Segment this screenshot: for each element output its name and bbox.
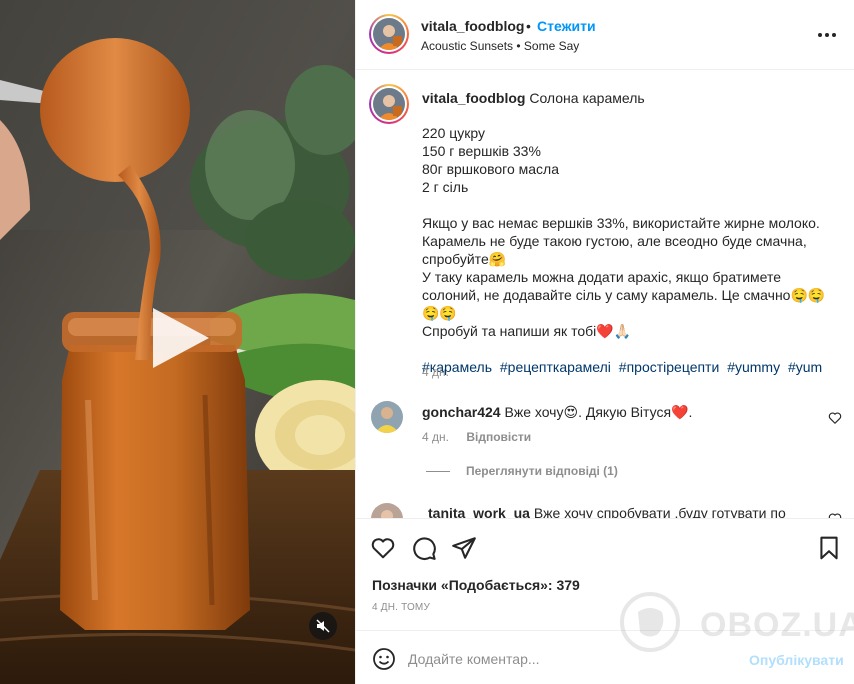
video-player[interactable] [0, 0, 355, 684]
action-bar: Позначки «Подобається»: 379 4 ДН. ТОМУ [356, 518, 854, 630]
save-bookmark-icon[interactable] [816, 535, 842, 561]
comment-timestamp[interactable]: 4 дн. [422, 430, 449, 444]
comment-body: gonchar424 Вже хочу😍. Дякую Вітуся❤️. [422, 404, 812, 421]
likes-count[interactable]: Позначки «Подобається»: 379 [372, 577, 580, 593]
caption-line: 2 г сіль [422, 179, 469, 195]
author-avatar[interactable] [369, 14, 409, 54]
comment-input[interactable] [408, 645, 738, 673]
comment-text: Вже хочу😍. Дякую Вітуся❤️. [504, 404, 693, 420]
comment-text: Вже хочу спробувати ,буду готувати по [533, 505, 786, 518]
comments-list[interactable]: vitala_foodblog Солона карамель 220 цукр… [356, 71, 854, 518]
emoji-smiley-icon[interactable] [372, 647, 396, 671]
comment-like-heart-icon[interactable] [828, 411, 842, 425]
hashtag-link[interactable]: #yummy [727, 359, 780, 375]
separator-dot: • [526, 18, 531, 34]
more-horizontal-icon[interactable] [814, 24, 840, 46]
caption-text: 220 цукру 150 г вершків 33% 80г вршковог… [422, 124, 842, 376]
caption-title: Солона карамель [529, 90, 645, 106]
commenter-avatar[interactable] [371, 401, 403, 433]
comment-bubble-icon[interactable] [411, 535, 437, 561]
comment-meta: 4 дн. Відповісти [422, 430, 531, 444]
post-header: vitala_foodblog • Стежити Acoustic Sunse… [356, 0, 854, 70]
audio-track-link[interactable]: Acoustic Sunsets • Some Say [421, 39, 579, 53]
commenter-username[interactable]: tanita_work_ua [428, 505, 530, 518]
post-details-panel: vitala_foodblog • Стежити Acoustic Sunse… [355, 0, 854, 684]
muted-speaker-icon [316, 619, 330, 633]
follow-button[interactable]: Стежити [537, 18, 596, 34]
author-username[interactable]: vitala_foodblog [421, 18, 524, 34]
hashtag-list: #карамель #рецепткарамелі #простірецепти… [422, 358, 842, 376]
view-replies-button[interactable]: Переглянути відповіді (1) [426, 464, 618, 478]
post-timestamp[interactable]: 4 ДН. ТОМУ [372, 602, 430, 613]
caption-line: 220 цукру [422, 125, 486, 141]
hashtag-link[interactable]: #рецепткарамелі [500, 359, 611, 375]
caption-line: 80г вршкового масла [422, 161, 559, 177]
divider-line [426, 470, 450, 472]
caption-line: 150 г вершків 33% [422, 143, 541, 159]
like-heart-icon[interactable] [370, 535, 396, 561]
comment-body: tanita_work_ua Вже хочу спробувати ,буду… [428, 505, 818, 518]
caption-line [422, 196, 842, 214]
play-icon[interactable] [143, 302, 215, 374]
comment-form: Опублікувати [356, 630, 854, 684]
view-replies-label: Переглянути відповіді (1) [466, 464, 618, 478]
publish-button[interactable]: Опублікувати [749, 652, 844, 668]
caption-line: Спробуй та напиши як тобі❤️🙏🏻 [422, 323, 632, 339]
caption-heading: vitala_foodblog Солона карамель [422, 89, 842, 107]
commenter-avatar[interactable] [371, 503, 403, 518]
caption-line: Якщо у вас немає вершків 33%, використай… [422, 215, 820, 267]
hashtag-link[interactable]: #yum [788, 359, 822, 375]
caption-author-avatar[interactable] [369, 84, 409, 124]
mute-button[interactable] [309, 612, 337, 640]
caption-timestamp[interactable]: 4 дн. [422, 365, 449, 379]
reply-button[interactable]: Відповісти [466, 430, 531, 444]
share-paper-plane-icon[interactable] [451, 535, 477, 561]
commenter-username[interactable]: gonchar424 [422, 404, 501, 420]
caption-username[interactable]: vitala_foodblog [422, 90, 525, 106]
hashtag-link[interactable]: #простірецепти [619, 359, 720, 375]
caption-line: У таку карамель можна додати арахіс, якщ… [422, 269, 826, 321]
